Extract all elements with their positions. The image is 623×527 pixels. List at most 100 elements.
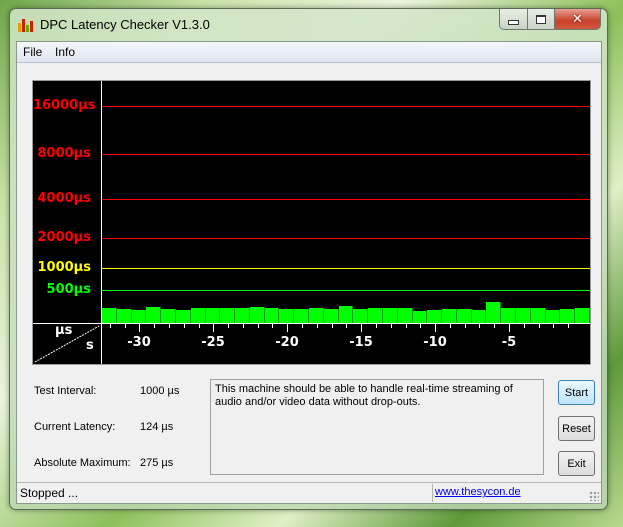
y-tick-label: 500µs: [46, 282, 91, 297]
x-tick-label: -30: [127, 335, 151, 350]
latency-bar: [323, 309, 339, 323]
latency-bar: [279, 309, 295, 323]
exit-button[interactable]: Exit: [558, 451, 595, 476]
latency-bar: [338, 306, 354, 323]
x-minor-tick: [199, 324, 200, 328]
x-minor-tick: [258, 324, 259, 328]
x-axis-line: [33, 323, 590, 324]
status-bar: Stopped ... www.thesycon.de: [17, 482, 601, 503]
x-tick-label: -10: [423, 335, 447, 350]
y-tick-label: 4000µs: [37, 191, 92, 206]
latency-bar: [175, 310, 191, 323]
latency-bar: [516, 308, 531, 323]
latency-bar: [501, 308, 517, 323]
y-tick-label: 1000µs: [37, 260, 92, 275]
start-button[interactable]: Start: [558, 380, 595, 405]
latency-bar: [427, 310, 443, 323]
website-link[interactable]: www.thesycon.de: [435, 486, 521, 498]
x-major-tick: [139, 324, 140, 332]
latency-bar: [249, 306, 265, 323]
x-minor-tick: [376, 324, 377, 328]
latency-bar: [412, 310, 428, 323]
latency-bar: [190, 308, 206, 323]
x-minor-tick: [110, 324, 111, 328]
window-title: DPC Latency Checker V1.3.0: [40, 17, 210, 32]
client-area: File Info µs s 16000µs 8000µs 4000µs 2000µs…: [16, 41, 602, 504]
y-unit-label: µs: [55, 323, 73, 338]
x-major-tick: [509, 324, 510, 332]
x-tick-label: -5: [501, 335, 517, 350]
latency-bar: [161, 309, 176, 323]
x-tick-label: -15: [349, 335, 373, 350]
menu-info[interactable]: Info: [55, 45, 75, 59]
x-minor-tick: [346, 324, 347, 328]
x-minor-tick: [568, 324, 569, 328]
test-interval-value: 1000 µs: [140, 385, 180, 397]
resize-grip[interactable]: [589, 491, 599, 501]
x-minor-tick: [272, 324, 273, 328]
latency-bar: [102, 308, 117, 323]
x-minor-tick: [169, 324, 170, 328]
latency-bar: [545, 310, 561, 323]
latency-bar: [442, 309, 457, 323]
latency-bar: [530, 308, 546, 323]
x-minor-tick: [228, 324, 229, 328]
title-bar[interactable]: DPC Latency Checker V1.3.0 ✕: [10, 9, 607, 41]
y-tick-label: 8000µs: [37, 146, 92, 161]
latency-bar: [146, 307, 162, 323]
x-major-tick: [213, 324, 214, 332]
x-minor-tick: [420, 324, 421, 328]
status-text: Stopped ...: [20, 486, 79, 500]
y-tick-label: 16000µs: [33, 98, 96, 113]
x-minor-tick: [184, 324, 185, 328]
x-minor-tick: [391, 324, 392, 328]
close-button[interactable]: ✕: [555, 9, 601, 30]
reset-button[interactable]: Reset: [558, 416, 595, 441]
y-tick-label: 2000µs: [37, 230, 92, 245]
latency-bar: [264, 307, 280, 323]
latency-bar: [116, 309, 132, 323]
latency-bar: [486, 302, 502, 323]
latency-bar: [294, 309, 310, 323]
maximize-button[interactable]: [528, 9, 555, 30]
menu-file[interactable]: File: [23, 45, 42, 59]
menu-bar: File Info: [17, 42, 601, 63]
absolute-maximum-label: Absolute Maximum:: [34, 457, 131, 469]
x-minor-tick: [243, 324, 244, 328]
x-minor-tick: [332, 324, 333, 328]
x-minor-tick: [465, 324, 466, 328]
test-interval-label: Test Interval:: [34, 385, 97, 397]
status-separator: [432, 484, 433, 502]
x-major-tick: [287, 324, 288, 332]
latency-chart: µs s 16000µs 8000µs 4000µs 2000µs 1000µs 500µ…: [32, 80, 591, 365]
gridline-2000: [102, 238, 590, 239]
latency-bar: [560, 309, 576, 323]
latency-bar: [382, 307, 398, 323]
gridline-16000: [102, 106, 590, 107]
minimize-button[interactable]: [499, 9, 528, 30]
current-latency-value: 124 µs: [140, 421, 174, 433]
latency-bar: [309, 307, 324, 323]
latency-bar: [131, 310, 147, 323]
x-minor-tick: [125, 324, 126, 328]
bar-chart-app-icon: [18, 18, 34, 32]
x-tick-label: -20: [275, 335, 299, 350]
close-icon: ✕: [572, 11, 583, 26]
x-tick-label: -25: [201, 335, 225, 350]
gridline-4000: [102, 199, 590, 200]
latency-bar: [471, 310, 487, 323]
absolute-maximum-value: 275 µs: [140, 457, 174, 469]
latency-bar: [205, 308, 221, 323]
x-minor-tick: [494, 324, 495, 328]
latency-bar: [575, 307, 590, 323]
x-minor-tick: [154, 324, 155, 328]
latency-bar: [397, 308, 413, 323]
app-window: DPC Latency Checker V1.3.0 ✕ File Info µ…: [9, 8, 608, 510]
minimize-icon: [508, 19, 519, 25]
latency-bar: [368, 308, 383, 323]
latency-bar: [235, 308, 250, 323]
gridline-8000: [102, 154, 590, 155]
current-latency-label: Current Latency:: [34, 421, 116, 433]
x-minor-tick: [524, 324, 525, 328]
x-minor-tick: [479, 324, 480, 328]
